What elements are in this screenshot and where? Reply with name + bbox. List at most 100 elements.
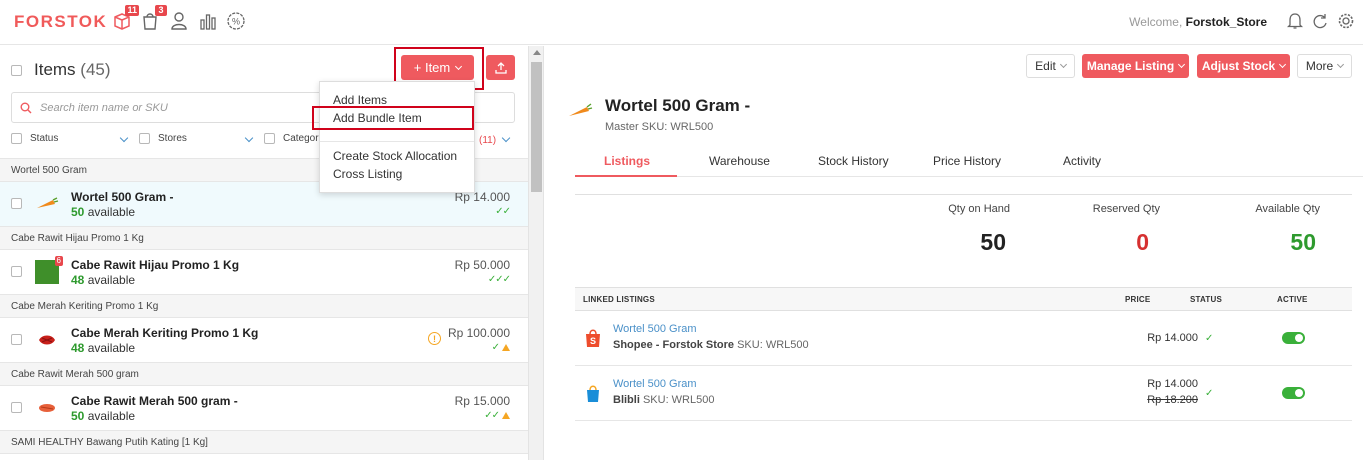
export-button[interactable]: [486, 55, 515, 80]
list-item[interactable]: 6 Cabe Rawit Hijau Promo 1 Kg 48 availab…: [0, 250, 528, 294]
item-availability: 48 available: [71, 273, 136, 287]
listing-link[interactable]: Wortel 500 Gram: [613, 323, 697, 335]
upload-icon: [494, 61, 507, 74]
highlight-box: [312, 106, 474, 130]
blibli-icon: [584, 382, 602, 404]
listing-store: Blibli SKU: WRL500: [613, 394, 715, 406]
item-name: Cabe Merah Keriting Promo 1 Kg: [71, 326, 259, 340]
col-title: LINKED LISTINGS: [583, 295, 655, 304]
tab-stock-history[interactable]: Stock History: [818, 154, 889, 168]
scroll-thumb[interactable]: [531, 62, 542, 192]
edit-button[interactable]: Edit: [1026, 54, 1075, 78]
listing-old-price: Rp 18.200: [1147, 394, 1198, 406]
gear-icon[interactable]: [1336, 11, 1356, 31]
chevron-down-icon[interactable]: [501, 133, 511, 143]
table-row: Wortel 500 Gram Blibli SKU: WRL500 Rp 14…: [575, 366, 1352, 421]
item-name: Cabe Rawit Hijau Promo 1 Kg: [71, 258, 240, 272]
refresh-icon[interactable]: [1310, 11, 1330, 31]
scrollbar[interactable]: [528, 46, 544, 460]
listing-price: Rp 14.000: [1147, 332, 1198, 344]
adjust-stock-button[interactable]: Adjust Stock: [1197, 54, 1290, 78]
tab-listings[interactable]: Listings: [604, 154, 650, 168]
orders-icon[interactable]: 3: [139, 5, 167, 32]
filter-stores[interactable]: Stores: [139, 133, 187, 144]
tab-warehouse[interactable]: Warehouse: [709, 154, 770, 168]
chevron-down-icon[interactable]: [244, 133, 254, 143]
item-name: Cabe Rawit Merah 500 gram -: [71, 394, 238, 408]
reserved-qty-value: 0: [1136, 229, 1149, 255]
item-price: Rp 50.000: [454, 258, 510, 272]
orders-badge: 3: [155, 5, 167, 16]
col-active: ACTIVE: [1277, 295, 1308, 304]
item-availability: 50 available: [71, 205, 136, 219]
col-status: STATUS: [1190, 295, 1223, 304]
shopee-icon: S: [584, 327, 602, 349]
search-placeholder: Search item name or SKU: [40, 101, 168, 114]
listing-store: Shopee - Forstok Store SKU: WRL500: [613, 339, 809, 351]
search-icon: [20, 102, 32, 113]
scroll-up-icon[interactable]: [533, 50, 541, 55]
svg-text:S: S: [590, 336, 596, 346]
chevron-down-icon: [1279, 60, 1287, 69]
row-checkbox[interactable]: [11, 266, 22, 277]
menu-item-add-items[interactable]: Add Items: [333, 93, 387, 107]
tab-activity[interactable]: Activity: [1063, 154, 1101, 168]
active-tab-indicator: [575, 175, 677, 177]
app-logo[interactable]: FORSTOK: [14, 12, 107, 32]
item-price: Rp 15.000: [454, 394, 510, 408]
sync-status: ✓✓: [484, 410, 510, 421]
item-detail-panel: Edit Manage Listing Adjust Stock More Wo…: [545, 46, 1363, 460]
filter-category[interactable]: Categori: [264, 133, 321, 144]
promotions-icon[interactable]: %: [225, 10, 247, 32]
group-header: Cabe Rawit Hijau Promo 1 Kg: [0, 226, 528, 250]
row-checkbox[interactable]: [11, 334, 22, 345]
list-item[interactable]: Cabe Merah Keriting Promo 1 Kg 48 availa…: [0, 318, 528, 362]
item-availability: 50 available: [71, 409, 136, 423]
reserved-qty-label: Reserved Qty: [1092, 203, 1160, 215]
row-checkbox[interactable]: [11, 198, 22, 209]
chevron-down-icon: [1059, 60, 1067, 69]
stock-summary: Qty on Hand 50 Reserved Qty 0 Available …: [575, 194, 1352, 289]
filter-count: (11): [479, 135, 497, 146]
add-item-dropdown: Add Items Add Bundle Item Create Stock A…: [319, 81, 475, 193]
top-bar: FORSTOK 11 3 % Welcome, Forstok_Store: [0, 0, 1363, 45]
linked-listings-header: LINKED LISTINGS PRICE STATUS ACTIVE: [575, 287, 1352, 311]
menu-item-cross-listing[interactable]: Cross Listing: [333, 167, 402, 181]
tab-price-history[interactable]: Price History: [933, 154, 1001, 168]
reports-icon[interactable]: [197, 10, 219, 32]
list-item[interactable]: Cabe Rawit Merah 500 gram - 50 available…: [0, 386, 528, 430]
available-qty-label: Available Qty: [1255, 203, 1320, 215]
detail-tabs: Listings Warehouse Stock History Price H…: [575, 146, 1363, 177]
group-header: Cabe Merah Keriting Promo 1 Kg: [0, 294, 528, 318]
active-toggle[interactable]: [1282, 332, 1305, 344]
status-check-icon: ✓: [1205, 388, 1214, 399]
username: Forstok_Store: [1185, 15, 1267, 29]
listing-link[interactable]: Wortel 500 Gram: [613, 378, 697, 390]
menu-divider: [320, 141, 474, 142]
bell-icon[interactable]: [1285, 11, 1305, 31]
manage-listing-button[interactable]: Manage Listing: [1082, 54, 1189, 78]
welcome-text: Welcome, Forstok_Store: [1129, 15, 1267, 29]
filter-status[interactable]: Status: [11, 133, 58, 144]
alert-triangle-icon: [502, 344, 510, 351]
chevron-down-icon[interactable]: [119, 133, 129, 143]
item-availability: 48 available: [71, 341, 136, 355]
qty-on-hand-label: Qty on Hand: [948, 203, 1010, 215]
row-checkbox[interactable]: [11, 402, 22, 413]
more-button[interactable]: More: [1297, 54, 1352, 78]
alert-triangle-icon: [502, 412, 510, 419]
chevron-down-icon: [1178, 60, 1186, 69]
items-title: Items (45): [34, 60, 111, 79]
user-icon[interactable]: [168, 10, 190, 32]
group-header: SAMI HEALTHY Bawang Putih Kating [1 Kg]: [0, 430, 528, 454]
menu-item-stock-allocation[interactable]: Create Stock Allocation: [333, 149, 457, 163]
warning-icon[interactable]: !: [428, 332, 441, 345]
bundle-badge: 6: [54, 256, 63, 266]
select-all-checkbox[interactable]: [11, 64, 22, 76]
sync-status: ✓✓✓: [487, 274, 511, 285]
active-toggle[interactable]: [1282, 387, 1305, 399]
qty-on-hand-value: 50: [980, 229, 1006, 255]
products-icon[interactable]: 11: [111, 5, 139, 32]
carrot-icon: [567, 102, 593, 123]
item-price: Rp 100.000: [447, 326, 510, 340]
